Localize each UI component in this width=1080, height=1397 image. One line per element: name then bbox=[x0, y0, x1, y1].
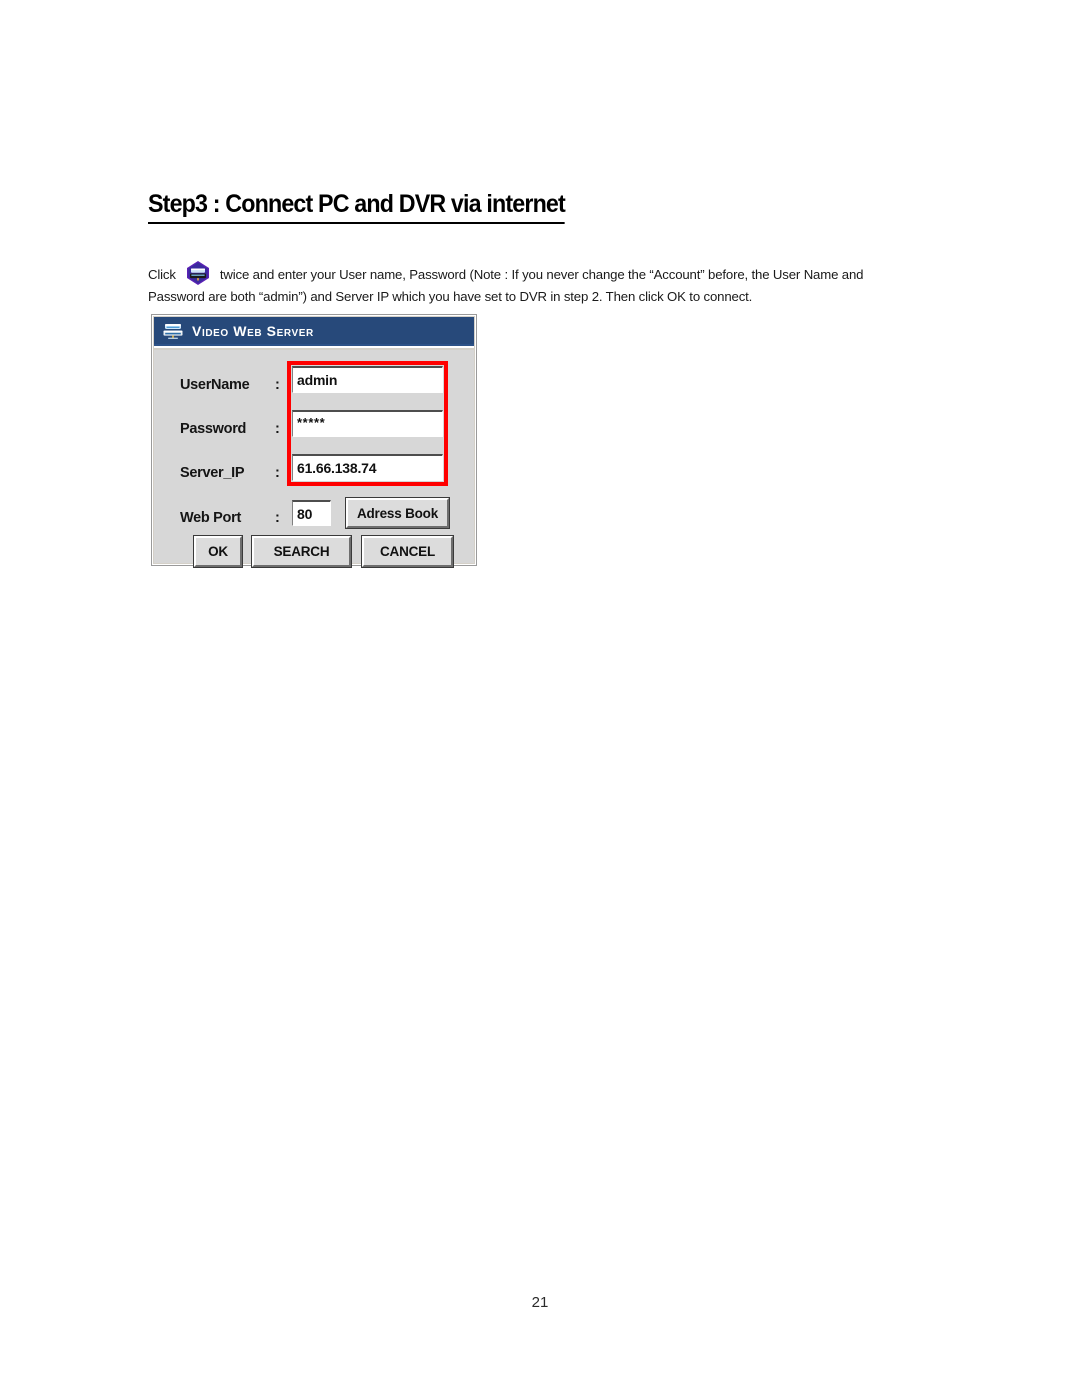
field-row-password: Password : bbox=[180, 416, 280, 442]
password-mask-text: ***** bbox=[297, 414, 326, 430]
video-web-server-dialog: Video Web Server UserName : Password : S… bbox=[151, 314, 477, 568]
colon-webport: : bbox=[275, 510, 280, 526]
instruction-paragraph: Click twice and enter your User name, Pa… bbox=[148, 261, 910, 308]
video-web-server-badge-icon bbox=[184, 261, 212, 286]
dialog-titlebar: Video Web Server bbox=[154, 317, 474, 344]
colon-username: : bbox=[275, 377, 280, 393]
field-row-username: UserName : bbox=[180, 372, 280, 398]
paragraph-part-2: twice and enter your User name, Password… bbox=[148, 267, 864, 305]
colon-password: : bbox=[275, 421, 280, 437]
titlebar-divider bbox=[154, 344, 474, 348]
password-input[interactable]: ***** bbox=[292, 410, 443, 437]
server-ip-input[interactable]: 61.66.138.74 bbox=[292, 454, 443, 481]
label-username: UserName bbox=[180, 377, 250, 393]
label-serverip: Server_IP bbox=[180, 465, 245, 481]
web-port-input[interactable]: 80 bbox=[292, 500, 331, 526]
document-page: Step3 : Connect PC and DVR via internet … bbox=[0, 0, 1080, 1397]
dialog-body: UserName : Password : Server_IP : Web Po… bbox=[154, 350, 474, 568]
server-device-icon bbox=[162, 322, 184, 340]
page-heading: Step3 : Connect PC and DVR via internet bbox=[148, 190, 948, 224]
field-row-webport: Web Port : bbox=[180, 505, 280, 531]
field-row-serverip: Server_IP : bbox=[180, 460, 280, 486]
label-webport: Web Port bbox=[180, 510, 241, 526]
dialog-title: Video Web Server bbox=[192, 322, 314, 339]
address-book-button[interactable]: Adress Book bbox=[345, 497, 450, 529]
search-button[interactable]: SEARCH bbox=[251, 535, 352, 568]
page-number: 21 bbox=[531, 1294, 549, 1311]
cancel-button[interactable]: CANCEL bbox=[361, 535, 454, 568]
username-input[interactable]: admin bbox=[292, 366, 443, 393]
paragraph-part-1: Click bbox=[148, 267, 176, 283]
colon-serverip: : bbox=[275, 465, 280, 481]
ok-button[interactable]: OK bbox=[193, 535, 243, 568]
label-password: Password bbox=[180, 421, 247, 437]
heading-text: Step3 : Connect PC and DVR via internet bbox=[148, 190, 566, 224]
